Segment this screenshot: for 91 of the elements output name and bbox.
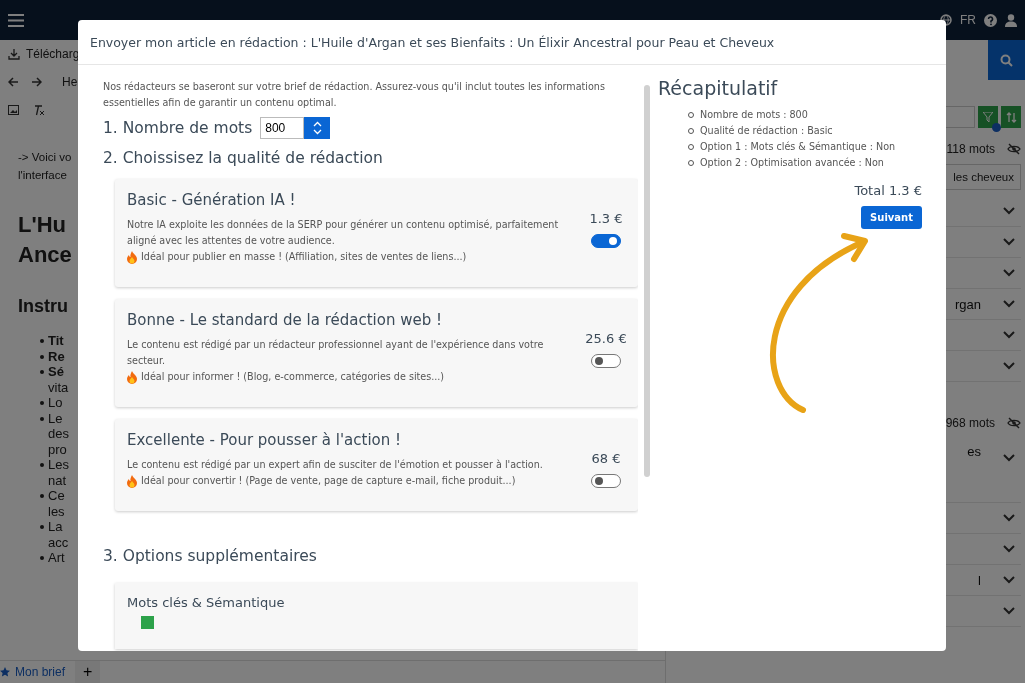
price: 25.6 € xyxy=(585,331,627,346)
chevron-down-icon xyxy=(1003,576,1015,584)
scrollbar[interactable] xyxy=(644,85,650,477)
toggle-switch[interactable] xyxy=(591,234,621,248)
word-count: 968 mots xyxy=(945,416,995,430)
bullet-text: Le des pro xyxy=(48,410,69,457)
chevron-down-icon xyxy=(1003,454,1015,462)
quality-use-case: Idéal pour publier en masse ! (Affiliation, sites de ventes de liens...) xyxy=(141,250,467,264)
user-icon[interactable] xyxy=(1005,13,1017,27)
toggle-switch[interactable] xyxy=(591,354,621,368)
quality-title: Bonne - Le standard de la rédaction web ! xyxy=(127,311,444,329)
chevron-down-icon xyxy=(1003,331,1015,339)
price: 1.3 € xyxy=(589,211,623,226)
quality-use-case: Idéal pour convertir ! (Page de vente, page de capture e-mail, fiche produit...) xyxy=(141,474,516,488)
bullet-icon xyxy=(40,525,44,529)
undo-icon[interactable] xyxy=(8,77,19,87)
summary-item: Qualité de rédaction : Basic xyxy=(700,124,833,138)
section-heading: 2. Choissisez la qualité de rédaction xyxy=(103,149,384,167)
checkbox[interactable] xyxy=(141,616,154,629)
bullet-icon xyxy=(40,339,44,343)
spinner-button[interactable] xyxy=(304,117,331,139)
summary-item: Option 2 : Optimisation avancée : Non xyxy=(700,156,884,170)
bullet-icon xyxy=(40,494,44,498)
bullet-text: Lo xyxy=(48,395,63,411)
bullet-icon xyxy=(40,463,44,467)
bullet-text: Tit xyxy=(48,333,64,349)
sort-button[interactable] xyxy=(1001,106,1021,128)
chevron-up-down-icon xyxy=(312,121,322,135)
bullet-text: La acc xyxy=(48,519,69,550)
eye-off-icon[interactable] xyxy=(1007,143,1021,155)
star-icon xyxy=(0,667,10,677)
chevron-down-icon xyxy=(1003,545,1015,553)
chevron-down-icon xyxy=(1003,362,1015,370)
quality-title: Excellente - Pour pousser à l'action ! xyxy=(127,431,403,449)
word-count-input[interactable]: 800 xyxy=(260,117,305,139)
bullet-icon xyxy=(40,401,44,405)
bullet-text: Re xyxy=(48,348,65,364)
help-icon[interactable] xyxy=(984,13,997,27)
next-button[interactable]: Suivant xyxy=(861,206,922,229)
clear-format-icon[interactable] xyxy=(33,104,45,116)
chevron-down-icon xyxy=(1003,607,1015,615)
bullet-icon xyxy=(40,556,44,560)
globe-icon[interactable] xyxy=(940,14,952,26)
quality-description: Le contenu est rédigé par un rédacteur professionnel ayant de l'expérience dans votre secteur. xyxy=(127,338,545,368)
bullet-icon xyxy=(40,354,44,359)
summary-title: Récapitulatif xyxy=(658,77,779,99)
bullet-text: Art xyxy=(48,550,65,566)
chevron-down-icon xyxy=(1003,238,1015,246)
redo-icon[interactable] xyxy=(31,77,42,87)
download-icon[interactable] xyxy=(8,48,20,60)
flame-icon xyxy=(127,250,137,264)
section-heading: 3. Options supplémentaires xyxy=(103,547,318,565)
quality-description: Le contenu est rédigé par un expert afin de susciter de l'émotion et pousser à l'action. xyxy=(127,458,544,472)
flame-icon xyxy=(127,474,137,488)
quality-description: Notre IA exploite les données de la SERP pour générer un contenu optimisé, parfaitement aligné avec les attentes de votre audience. xyxy=(127,218,560,248)
menu-icon[interactable] xyxy=(8,13,24,27)
chevron-down-icon xyxy=(1003,300,1015,308)
bullet-text: Les nat xyxy=(48,457,69,488)
word-count: 118 mots xyxy=(946,142,995,156)
language-label[interactable]: FR xyxy=(960,13,976,27)
image-icon[interactable] xyxy=(8,105,19,115)
quality-title: Basic - Génération IA ! xyxy=(127,191,297,209)
bullet-text: Sé vita xyxy=(48,364,69,395)
search-button[interactable] xyxy=(988,40,1025,80)
search-icon xyxy=(1000,53,1013,67)
summary-item: Nombre de mots : 800 xyxy=(700,108,808,122)
chevron-down-icon xyxy=(1003,269,1015,277)
option-title: Mots clés & Sémantique xyxy=(127,595,286,610)
count-badge xyxy=(992,123,1001,132)
flame-icon xyxy=(127,370,137,384)
intro-text: Nos rédacteurs se baseront sur votre brief de rédaction. Assurez-vous qu'il inclut toutes les informations essentielles afin de garantir un contenu optimal. xyxy=(103,80,606,110)
bullet-icon xyxy=(40,416,44,421)
filter-icon xyxy=(983,112,993,122)
heading-dropdown[interactable]: He xyxy=(62,75,78,89)
word-count-label: 1. Nombre de mots xyxy=(103,119,253,137)
price: 68 € xyxy=(591,451,621,466)
chevron-down-icon xyxy=(1003,514,1015,522)
toggle-switch[interactable] xyxy=(591,474,621,488)
intro-text: -> Voici vo l'interface xyxy=(18,150,72,183)
eye-off-icon[interactable] xyxy=(1007,417,1021,429)
chevron-down-icon xyxy=(1003,207,1015,215)
add-tab-button[interactable]: + xyxy=(75,661,101,683)
sort-icon xyxy=(1005,111,1017,123)
bullet-text: Ce les xyxy=(48,488,65,519)
dialog-title: Envoyer mon article en rédaction : L'Huile d'Argan et ses Bienfaits : Un Élixir Ancestral pour Peau et Cheveux xyxy=(78,20,946,65)
article-heading: L'Hu Ance xyxy=(18,211,72,269)
total-price: Total 1.3 € xyxy=(854,183,922,198)
bullet-icon xyxy=(40,370,44,374)
quality-use-case: Idéal pour informer ! (Blog, e-commerce, catégories de sites...) xyxy=(141,370,445,384)
summary-item: Option 1 : Mots clés & Sémantique : Non xyxy=(700,140,896,154)
section-heading: Instru xyxy=(18,296,68,317)
